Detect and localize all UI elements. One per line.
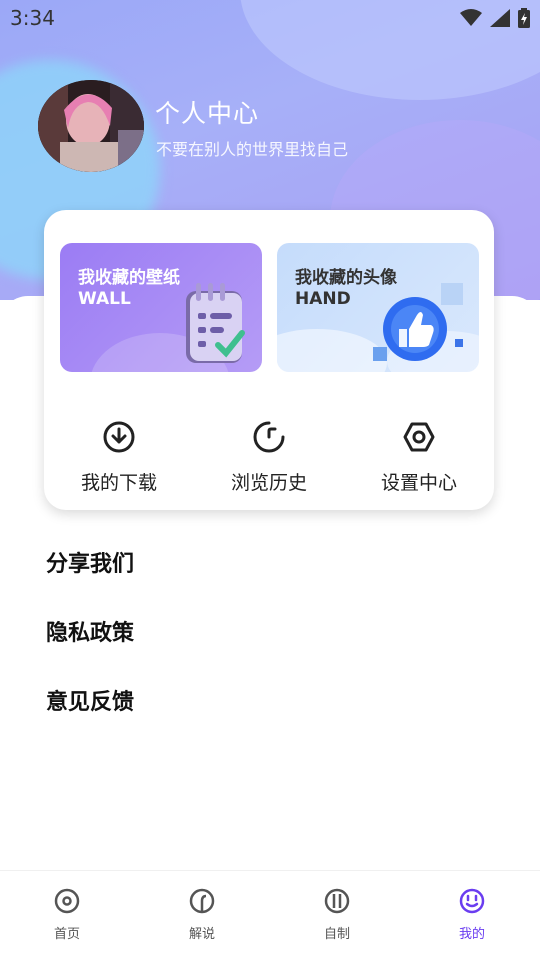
tab-label: 解说 — [188, 927, 215, 942]
tile-subtitle: WALL — [78, 289, 131, 309]
action-label: 我的下载 — [80, 472, 157, 494]
history-icon — [253, 421, 285, 453]
wifi-icon — [460, 9, 482, 26]
action-label: 设置中心 — [380, 472, 457, 494]
tab-home[interactable]: 首页 — [27, 887, 107, 942]
thumbs-up-icon — [373, 283, 463, 361]
notepad-icon — [186, 283, 245, 363]
tab-label: 我的 — [458, 927, 485, 942]
tile-title: 我收藏的壁纸 — [78, 268, 180, 288]
avatar[interactable] — [38, 80, 144, 172]
status-bar: 3:34 — [0, 0, 540, 36]
menu-item-privacy[interactable]: 隐私政策 — [46, 615, 134, 647]
favorite-wallpapers-tile[interactable]: 我收藏的壁纸 WALL — [60, 243, 262, 372]
favorites-card: 我收藏的壁纸 WALL 我收藏的头像 HAND 我的下载 浏览历史 设置中心 — [44, 210, 494, 510]
tile-subtitle: HAND — [295, 289, 351, 309]
battery-icon — [518, 8, 530, 28]
bottom-tab-bar: 首页 解说 自制 我的 — [0, 870, 540, 961]
profile-subtitle: 不要在别人的世界里找自己 — [156, 140, 349, 159]
tab-label: 自制 — [323, 927, 350, 942]
signal-icon — [490, 9, 510, 27]
action-label: 浏览历史 — [230, 472, 307, 494]
home-icon — [54, 888, 80, 914]
tab-label: 首页 — [53, 927, 80, 942]
menu-item-feedback[interactable]: 意见反馈 — [46, 684, 134, 716]
commentary-icon — [189, 888, 215, 914]
settings-icon — [403, 422, 435, 452]
my-downloads-button[interactable]: 我的下载 — [54, 420, 184, 495]
status-time: 3:34 — [10, 6, 55, 30]
smiley-icon — [459, 888, 485, 914]
tab-commentary[interactable]: 解说 — [162, 887, 242, 942]
tab-create[interactable]: 自制 — [297, 887, 377, 942]
favorite-avatars-tile[interactable]: 我收藏的头像 HAND — [277, 243, 479, 372]
avatar-image — [38, 80, 144, 172]
browse-history-button[interactable]: 浏览历史 — [204, 420, 334, 495]
menu-item-share[interactable]: 分享我们 — [46, 546, 134, 578]
settings-center-button[interactable]: 设置中心 — [354, 420, 484, 495]
create-icon — [324, 888, 350, 914]
download-icon — [103, 421, 135, 453]
page-title: 个人中心 — [155, 99, 260, 128]
tab-mine[interactable]: 我的 — [432, 887, 512, 942]
